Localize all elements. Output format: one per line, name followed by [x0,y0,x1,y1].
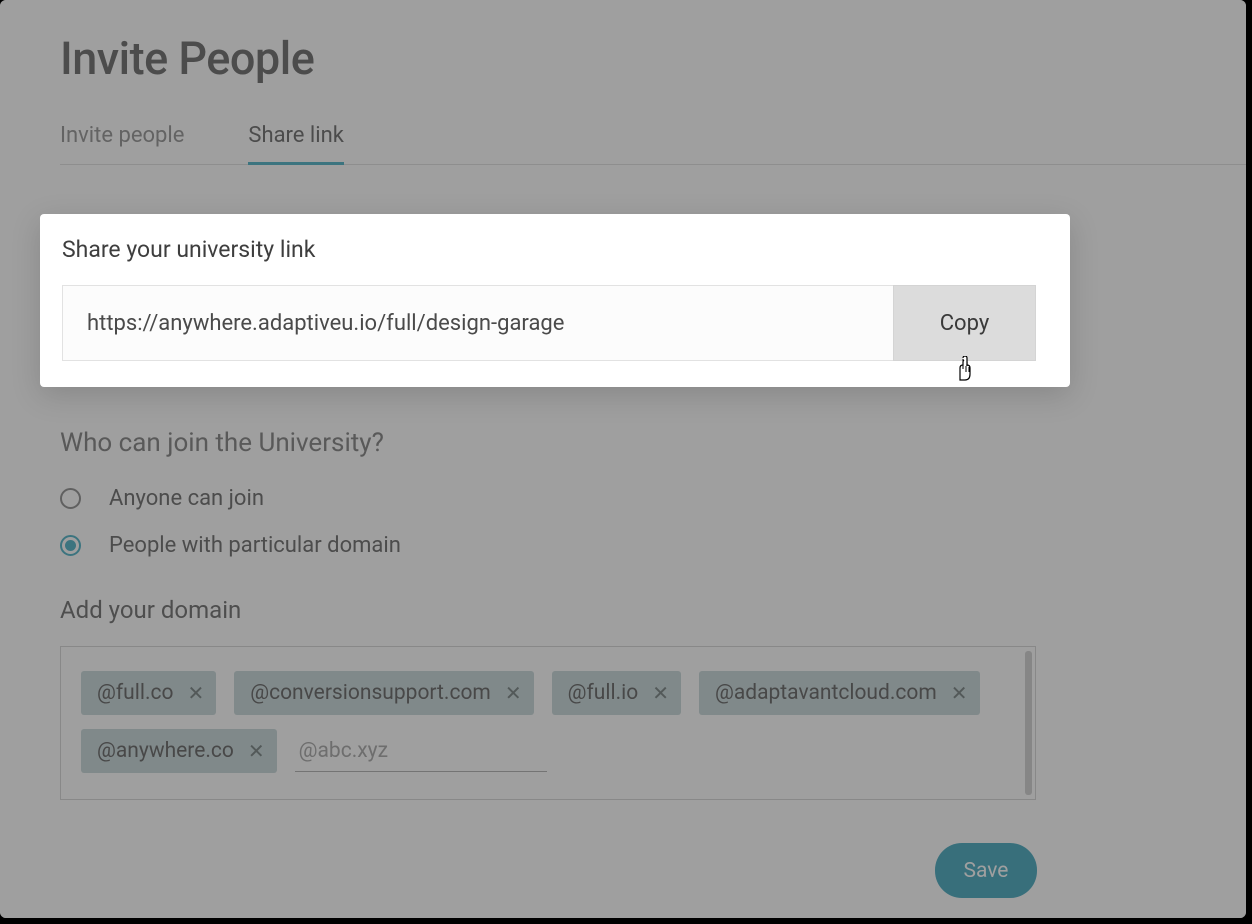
domain-chip: @anywhere.co ✕ [81,729,277,773]
close-icon[interactable]: ✕ [505,683,522,703]
close-icon[interactable]: ✕ [951,683,968,703]
domain-chip: @conversionsupport.com ✕ [234,671,533,715]
lower-section: Who can join the University? Anyone can … [60,428,1246,800]
radio-icon [60,488,81,509]
domain-box[interactable]: @full.co ✕ @conversionsupport.com ✕ @ful… [60,646,1036,800]
copy-button[interactable]: Copy [893,285,1036,361]
who-can-join-heading: Who can join the University? [60,428,1246,458]
tab-invite-people[interactable]: Invite people [60,123,184,165]
radio-label: People with particular domain [109,533,401,558]
domain-chip: @full.co ✕ [81,671,216,715]
add-domain-heading: Add your domain [60,596,1246,624]
share-link-input[interactable] [62,285,893,361]
domain-input[interactable] [295,731,547,772]
chip-label: @full.co [97,681,173,705]
radio-anyone-can-join[interactable]: Anyone can join [60,486,1246,511]
close-icon[interactable]: ✕ [187,683,204,703]
radio-icon [60,535,81,556]
radio-label: Anyone can join [109,486,264,511]
close-icon[interactable]: ✕ [652,683,669,703]
page-title: Invite People [60,32,1246,85]
share-link-heading: Share your university link [62,236,1036,263]
close-icon[interactable]: ✕ [248,741,265,761]
save-button[interactable]: Save [935,843,1037,898]
share-link-card: Share your university link Copy [40,214,1070,387]
domain-chip: @full.io ✕ [552,671,681,715]
chip-label: @conversionsupport.com [250,681,491,705]
radio-particular-domain[interactable]: People with particular domain [60,533,1246,558]
tabs: Invite people Share link [60,123,1246,165]
domain-chip: @adaptavantcloud.com ✕ [699,671,980,715]
tab-share-link[interactable]: Share link [248,123,344,165]
chip-label: @full.io [568,681,639,705]
chip-label: @anywhere.co [97,739,234,763]
link-row: Copy [62,285,1036,361]
chip-label: @adaptavantcloud.com [715,681,937,705]
window: Invite People Invite people Share link W… [0,0,1246,918]
